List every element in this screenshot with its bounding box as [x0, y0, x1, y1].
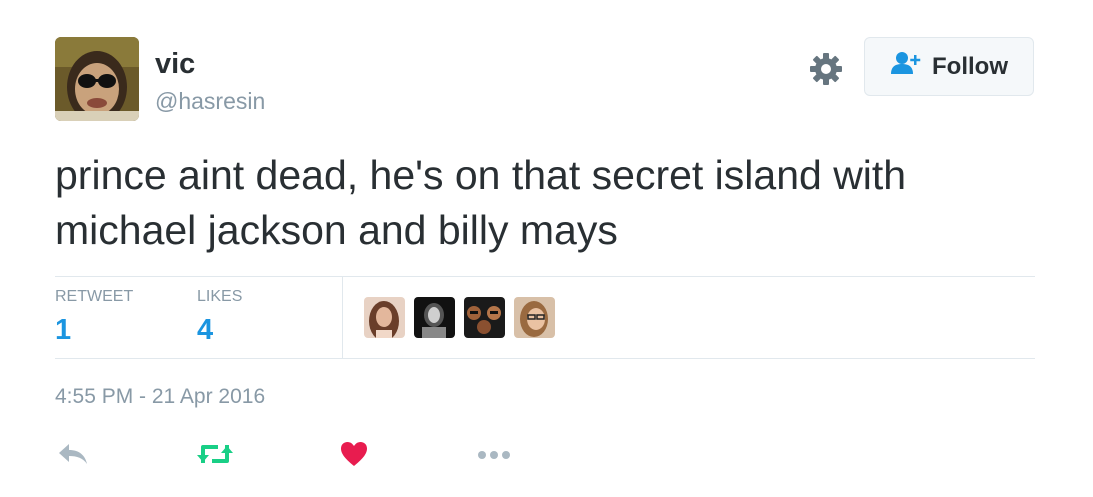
reply-button[interactable]: [57, 441, 89, 471]
tweet-text: prince aint dead, he's on that secret is…: [55, 152, 907, 253]
user-handle[interactable]: @hasresin: [155, 88, 265, 115]
follow-button-label: Follow: [932, 52, 1008, 80]
add-user-icon: [890, 50, 922, 83]
likes-stat[interactable]: LIKES 4: [197, 288, 242, 347]
tweet-timestamp[interactable]: 4:55 PM - 21 Apr 2016: [55, 385, 265, 409]
follow-button[interactable]: Follow: [864, 37, 1034, 96]
likes-label: LIKES: [197, 288, 243, 305]
divider: [55, 358, 1035, 359]
retweet-icon: [196, 441, 234, 472]
likers-list: [364, 297, 555, 338]
divider: [55, 276, 1035, 277]
liker-avatar[interactable]: [464, 297, 505, 338]
stats-separator: [342, 277, 343, 358]
liker-avatar[interactable]: [514, 297, 555, 338]
liker-avatar[interactable]: [364, 297, 405, 338]
avatar-image: [55, 37, 139, 121]
retweet-stat[interactable]: RETWEET 1: [55, 288, 133, 347]
like-button[interactable]: [340, 441, 368, 471]
likes-count[interactable]: 4: [197, 314, 242, 347]
avatar[interactable]: [55, 37, 139, 121]
gear-icon[interactable]: [808, 51, 844, 87]
liker-avatar[interactable]: [414, 297, 455, 338]
more-button[interactable]: [477, 441, 511, 471]
more-icon: [477, 447, 511, 465]
user-name[interactable]: vic: [155, 48, 195, 81]
retweet-count[interactable]: 1: [55, 314, 133, 347]
retweet-button[interactable]: [196, 441, 234, 471]
heart-icon: [340, 441, 368, 472]
retweet-label: RETWEET: [55, 288, 134, 305]
reply-icon: [57, 442, 89, 471]
